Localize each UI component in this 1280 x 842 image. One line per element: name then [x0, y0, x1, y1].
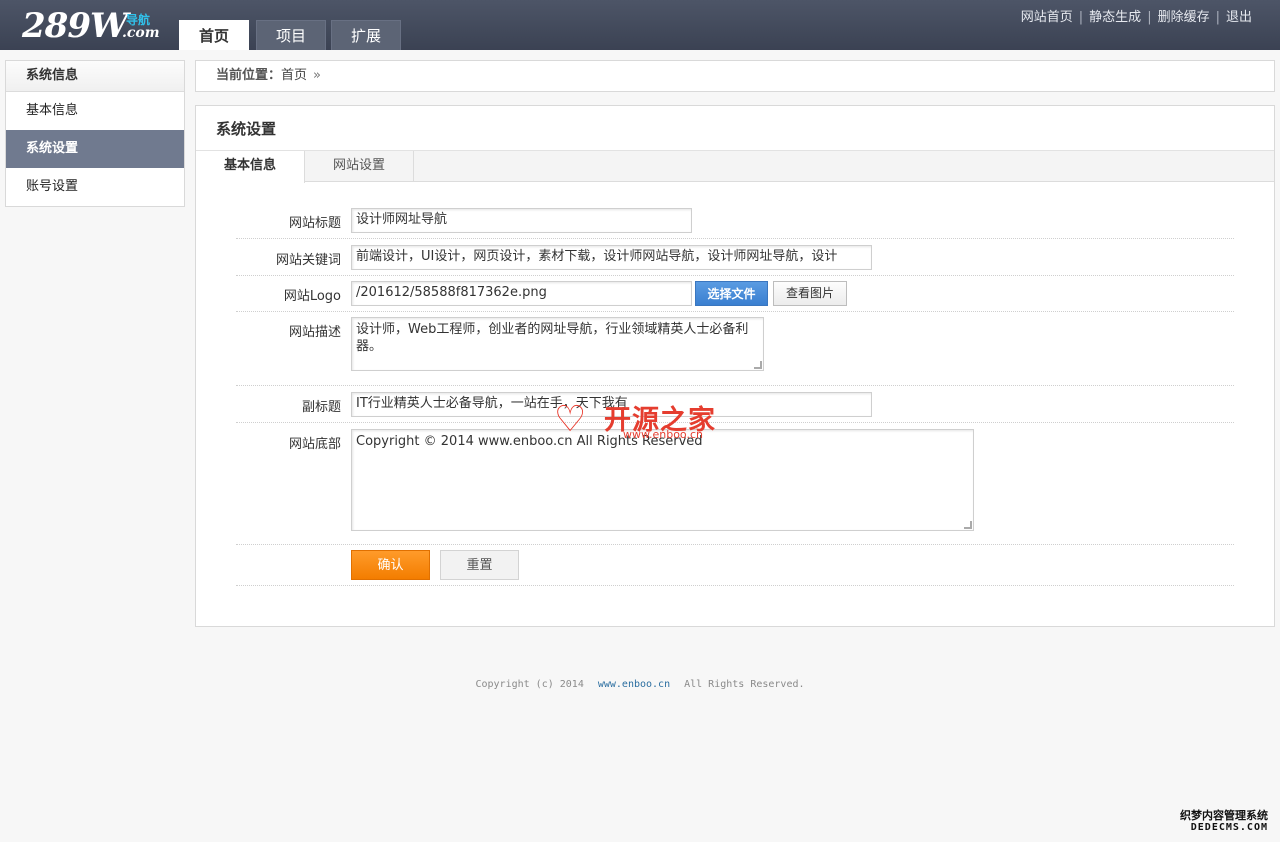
form-row-footer: 网站底部 Copyright © 2014 www.enboo.cn All R… — [236, 423, 1234, 545]
footer-domain-link[interactable]: www.enboo.cn — [598, 679, 670, 690]
keywords-label: 网站关键词 — [275, 253, 341, 268]
logo-sub-en: .com — [122, 25, 160, 41]
site-title-input[interactable]: 设计师网址导航 — [351, 208, 692, 233]
top-link-site-home[interactable]: 网站首页 — [1021, 10, 1073, 25]
form-row-description: 网站描述 设计师，Web工程师，创业者的网址导航，行业领域精英人士必备利器。 — [236, 312, 1234, 386]
sidebar-heading: 系统信息 — [6, 61, 184, 92]
subtitle-label: 副标题 — [301, 400, 341, 415]
page-footer: Copyright (c) 2014 www.enboo.cn All Rights… — [0, 679, 1280, 690]
corner-watermark-en: DEDECMS.COM — [1190, 822, 1268, 833]
sidebar-item-system-settings[interactable]: 系统设置 — [6, 130, 184, 168]
corner-watermark-cn: 织梦内容管理系统 — [1180, 809, 1268, 822]
heart-icon: ♡ — [554, 399, 587, 440]
top-link-separator: | — [1078, 10, 1084, 25]
top-link-separator: | — [1147, 10, 1152, 25]
keywords-input[interactable]: 前端设计，UI设计，网页设计，素材下载，设计师网站导航，设计师网址导航，设计 — [351, 245, 872, 270]
settings-tabs: 基本信息 网站设置 — [196, 151, 1274, 183]
resize-handle-icon[interactable] — [964, 521, 972, 529]
sidebar: 系统信息 基本信息 系统设置 账号设置 — [5, 60, 185, 207]
view-image-button[interactable]: 查看图片 — [773, 281, 847, 306]
top-link-clear-cache[interactable]: 删除缓存 — [1158, 10, 1210, 25]
top-header: 289W 导航 .com 首页 项目 扩展 网站首页 | 静态生成 | 删除缓存 | 退出 — [0, 0, 1280, 50]
settings-panel: 系统设置 基本信息 网站设置 网站标题 设计师网址导航 网站关键词 前端设计，U… — [195, 105, 1275, 627]
form-row-site-title: 网站标题 设计师网址导航 — [236, 206, 1234, 239]
nav-tab-projects[interactable]: 项目 — [256, 20, 326, 50]
logo-button-group: 选择文件 查看图片 — [236, 281, 1234, 307]
breadcrumb-label: 当前位置： — [216, 68, 282, 83]
watermark-logo: ♡ 开源之家 www.enboo.cn — [549, 398, 729, 450]
confirm-button[interactable]: 确认 — [351, 550, 430, 580]
breadcrumb: 当前位置：首页 » — [195, 60, 1275, 92]
resize-handle-icon[interactable] — [754, 361, 762, 369]
logo-main-text: 289W — [22, 6, 128, 46]
breadcrumb-separator: » — [313, 68, 321, 83]
top-link-logout[interactable]: 退出 — [1226, 10, 1252, 25]
footer-rights: All Rights Reserved. — [684, 679, 805, 690]
site-title-label: 网站标题 — [288, 216, 341, 231]
sidebar-item-basic-info[interactable]: 基本信息 — [6, 92, 184, 130]
breadcrumb-home-link[interactable]: 首页 — [281, 68, 307, 83]
tab-site-settings[interactable]: 网站设置 — [305, 151, 414, 182]
nav-tab-extensions[interactable]: 扩展 — [331, 20, 401, 50]
footer-copyright: Copyright (c) 2014 — [475, 679, 584, 690]
form-row-actions: 确认 重置 — [236, 545, 1234, 586]
description-label: 网站描述 — [288, 325, 341, 340]
top-link-static-generate[interactable]: 静态生成 — [1089, 10, 1141, 25]
top-link-separator: | — [1215, 10, 1220, 25]
choose-file-button[interactable]: 选择文件 — [695, 281, 768, 306]
top-links: 网站首页 | 静态生成 | 删除缓存 | 退出 — [1021, 6, 1252, 25]
panel-title: 系统设置 — [196, 106, 1274, 151]
corner-watermark: 织梦内容管理系统 DEDECMS.COM — [1180, 810, 1268, 834]
form-row-keywords: 网站关键词 前端设计，UI设计，网页设计，素材下载，设计师网站导航，设计师网址导… — [236, 239, 1234, 276]
form-row-subtitle: 副标题 IT行业精英人士必备导航，一站在手，天下我有 — [236, 386, 1234, 423]
form-row-logo: 网站Logo /201612/58588f817362e.png 选择文件 查看… — [236, 276, 1234, 312]
description-text: 设计师，Web工程师，创业者的网址导航，行业领域精英人士必备利器。 — [356, 322, 749, 354]
footer-label: 网站底部 — [288, 437, 341, 452]
tab-basic-info[interactable]: 基本信息 — [196, 151, 305, 183]
reset-button[interactable]: 重置 — [440, 550, 519, 580]
description-textarea[interactable]: 设计师，Web工程师，创业者的网址导航，行业领域精英人士必备利器。 — [351, 317, 764, 371]
watermark-url: www.enboo.cn — [623, 428, 703, 441]
sidebar-item-account-settings[interactable]: 账号设置 — [6, 168, 184, 206]
nav-tab-home[interactable]: 首页 — [179, 20, 249, 50]
